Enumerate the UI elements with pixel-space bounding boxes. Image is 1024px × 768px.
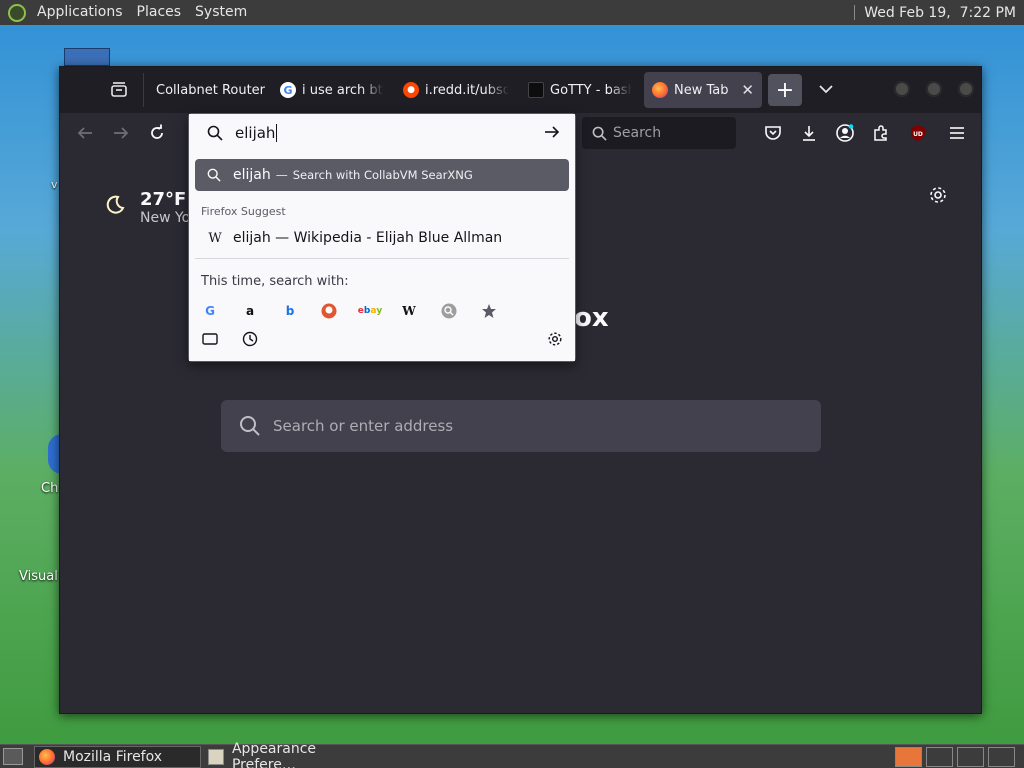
tab-bar: Collabnet Router G i use arch btw ● i.re…	[60, 67, 981, 113]
maximize-button[interactable]	[926, 81, 942, 97]
suggest-header: Firefox Suggest	[201, 205, 286, 218]
moon-icon	[104, 194, 126, 226]
desktop-icon-fragment: v	[51, 178, 58, 191]
menu-places[interactable]: Places	[130, 0, 189, 25]
close-window-button[interactable]	[958, 81, 974, 97]
tabs-icon[interactable]	[201, 330, 219, 348]
account-icon[interactable]	[834, 122, 856, 144]
firefox-view-icon[interactable]	[108, 80, 130, 100]
gear-icon[interactable]	[928, 185, 950, 207]
searxng-icon[interactable]	[440, 302, 458, 320]
new-tab-button[interactable]: +	[768, 74, 802, 106]
taskbar-item-appearance[interactable]: Appearance Prefere…	[204, 741, 384, 768]
reddit-icon: ●	[403, 82, 419, 98]
tab-gotty[interactable]: GoTTY - bash	[528, 72, 632, 108]
hamburger-menu-icon[interactable]	[946, 122, 968, 144]
chevron-down-icon[interactable]	[816, 79, 836, 99]
panel-separator	[854, 5, 856, 20]
search-result-selected[interactable]: elijah — Search with CollabVM SearXNG	[195, 159, 569, 191]
search-icon	[207, 125, 223, 141]
pocket-icon[interactable]	[762, 122, 784, 144]
urlbar-dropdown: elijah elijah — Search with CollabVM Sea…	[188, 113, 576, 362]
tab-separator	[143, 73, 144, 107]
extensions-icon[interactable]	[870, 122, 892, 144]
bing-icon[interactable]: b	[281, 302, 299, 320]
bottom-taskbar: Mozilla Firefox Appearance Prefere…	[0, 741, 1024, 768]
result-action: Search with CollabVM SearXNG	[292, 168, 473, 182]
url-input[interactable]: elijah	[189, 114, 575, 152]
wikipedia-suggestion[interactable]: W elijah — Wikipedia - Elijah Blue Allma…	[195, 224, 569, 252]
taskbar-item-firefox[interactable]: Mozilla Firefox	[34, 746, 201, 768]
downloads-icon[interactable]	[798, 122, 820, 144]
desktop-icon-folder[interactable]	[64, 48, 110, 66]
tab-label: GoTTY - bash	[550, 82, 632, 98]
taskbar-item-label: Appearance Prefere…	[231, 741, 317, 768]
menu-system[interactable]: System	[188, 0, 254, 25]
history-clock-icon[interactable]	[241, 330, 259, 348]
ublock-origin-icon[interactable]: UD	[907, 122, 929, 144]
search-icon	[207, 168, 221, 182]
show-desktop-button[interactable]	[3, 748, 23, 765]
tab-label: New Tab	[674, 82, 729, 98]
workspace-4[interactable]	[988, 747, 1015, 767]
go-arrow-icon[interactable]	[543, 123, 563, 143]
newtab-search-placeholder: Search or enter address	[273, 417, 454, 435]
weather-widget[interactable]: 27°F New Yo	[104, 189, 190, 226]
search-bar-placeholder: Search	[613, 125, 662, 141]
tab-label: i.redd.it/ubsd	[425, 82, 509, 98]
menu-applications[interactable]: Applications	[30, 0, 130, 25]
workspace-1[interactable]	[895, 747, 922, 767]
wikipedia-icon[interactable]: W	[400, 302, 418, 320]
amazon-icon[interactable]: a	[241, 302, 259, 320]
desktop-icon-label[interactable]: Visual	[19, 569, 58, 584]
top-panel: Applications Places System Wed Feb 19, 7…	[0, 0, 1024, 25]
wikipedia-icon: W	[208, 230, 222, 246]
search-icon	[592, 126, 607, 141]
suggestion-text: elijah — Wikipedia - Elijah Blue Allman	[233, 230, 503, 246]
newtab-search-box[interactable]: Search or enter address	[221, 400, 821, 452]
desktop-icon-label[interactable]: Ch	[41, 481, 58, 496]
result-separator: —	[275, 168, 288, 182]
google-icon[interactable]: G	[201, 302, 219, 320]
search-icon	[239, 415, 261, 437]
search-bar[interactable]: Search	[582, 117, 736, 149]
firefox-wordmark: ox	[574, 303, 609, 333]
minimize-button[interactable]	[894, 81, 910, 97]
firefox-icon	[652, 82, 668, 98]
duckduckgo-icon[interactable]	[320, 302, 338, 320]
dropdown-divider	[195, 258, 569, 259]
tab-close-icon[interactable]: ✕	[741, 81, 754, 99]
ebay-icon[interactable]: ebay	[358, 302, 383, 320]
tab-new-tab[interactable]: New Tab ✕	[644, 72, 762, 108]
panel-clock[interactable]: Wed Feb 19, 7:22 PM	[864, 5, 1016, 21]
appearance-preferences-icon	[208, 749, 224, 765]
tab-label: Collabnet Router	[156, 82, 266, 98]
oneoff-header: This time, search with:	[201, 274, 349, 289]
tab-arch[interactable]: G i use arch btw	[280, 72, 384, 108]
bookmarks-star-icon[interactable]	[480, 302, 498, 320]
weather-city: New Yo	[140, 210, 191, 226]
google-icon: G	[280, 82, 296, 98]
back-button[interactable]	[73, 121, 97, 145]
search-settings-gear-icon[interactable]	[546, 330, 564, 348]
weather-temperature: 27°F	[140, 189, 187, 210]
tab-collabnet-router[interactable]: Collabnet Router	[156, 72, 266, 108]
url-input-value[interactable]: elijah	[235, 124, 278, 142]
firefox-icon	[39, 749, 55, 765]
reload-button[interactable]	[145, 121, 169, 145]
tab-reddit[interactable]: ● i.redd.it/ubsd	[403, 72, 509, 108]
result-query: elijah	[233, 167, 271, 183]
taskbar-item-label: Mozilla Firefox	[63, 749, 163, 765]
terminal-icon	[528, 82, 544, 98]
svg-text:UD: UD	[913, 131, 923, 138]
workspace-2[interactable]	[926, 747, 953, 767]
forward-button[interactable]	[109, 121, 133, 145]
tab-label: i use arch btw	[302, 82, 384, 98]
workspace-3[interactable]	[957, 747, 984, 767]
distro-logo-icon[interactable]	[8, 3, 26, 22]
